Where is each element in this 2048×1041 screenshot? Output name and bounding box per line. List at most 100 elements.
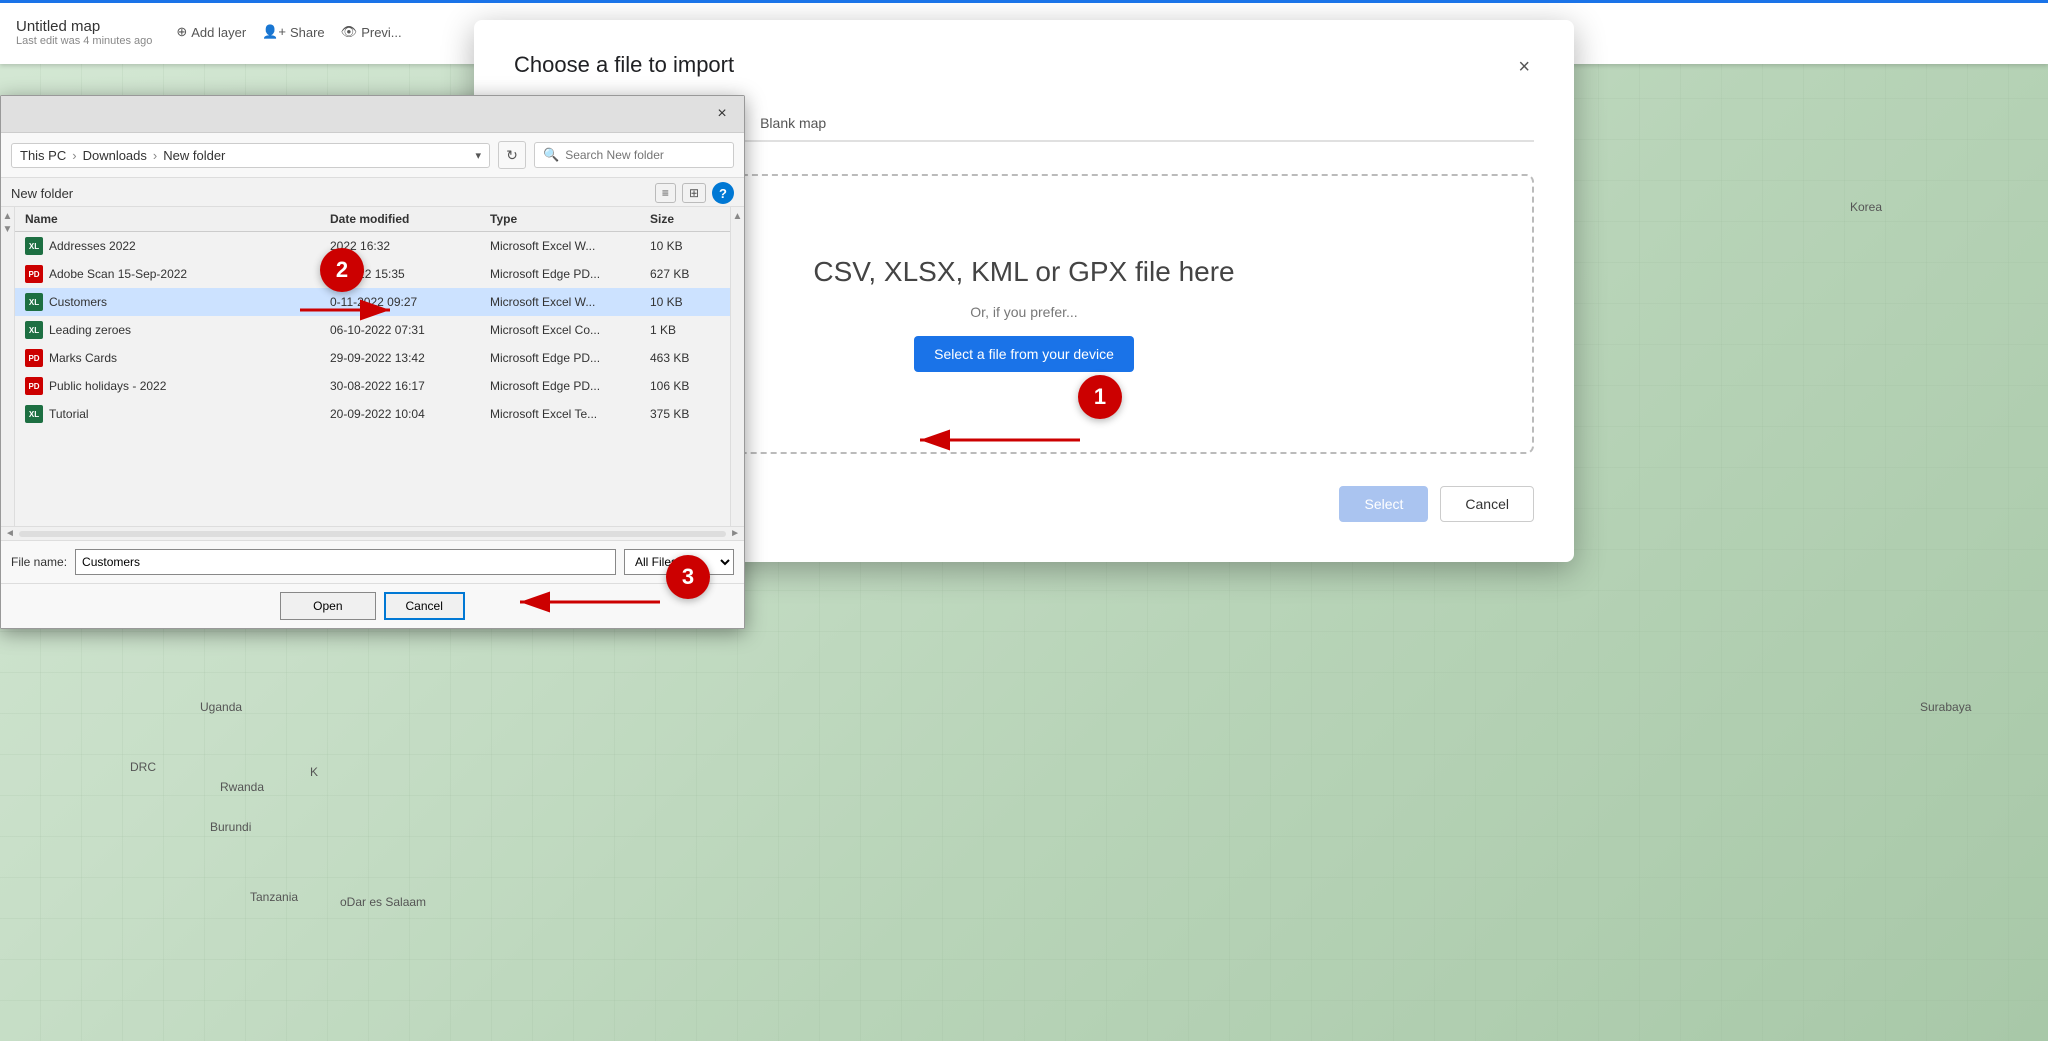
- row-name-cell: PD Marks Cards: [25, 349, 330, 367]
- preview-action[interactable]: 👁 Previ...: [341, 24, 402, 40]
- table-row[interactable]: XL Addresses 2022 2022 16:32 Microsoft E…: [15, 232, 730, 260]
- table-row[interactable]: PD Adobe Scan 15-Sep-2022 -9-2022 15:35 …: [15, 260, 730, 288]
- col-header-date: Date modified: [330, 212, 490, 226]
- map-label-dares: oDar es Salaam: [340, 895, 426, 909]
- filename-label: File name:: [11, 555, 67, 569]
- row-name-cell: XL Tutorial: [25, 405, 330, 423]
- row-filename: Adobe Scan 15-Sep-2022: [49, 267, 187, 281]
- row-type: Microsoft Edge PD...: [490, 379, 650, 393]
- row-size: 10 KB: [650, 239, 720, 253]
- gmap-subtitle: Last edit was 4 minutes ago: [16, 35, 152, 47]
- xlsx-icon: XL: [25, 321, 43, 339]
- xlsx-icon: XL: [25, 405, 43, 423]
- breadcrumb-sep-1: ›: [72, 148, 76, 163]
- file-picker-close-button[interactable]: ×: [712, 104, 732, 124]
- file-picker-refresh-button[interactable]: ↻: [498, 141, 526, 169]
- horizontal-scrollbar[interactable]: ◄ ►: [1, 526, 744, 540]
- row-type: Microsoft Edge PD...: [490, 267, 650, 281]
- preview-icon: 👁: [341, 24, 358, 40]
- file-list-area: ▲ ▼ Name Date modified Type Size XL Addr…: [1, 206, 744, 526]
- row-filename: Public holidays - 2022: [49, 379, 166, 393]
- import-dialog-header: Choose a file to import ×: [514, 52, 1534, 83]
- drop-zone-or-text: Or, if you prefer...: [970, 304, 1077, 320]
- row-size: 463 KB: [650, 351, 720, 365]
- arrow-1: [900, 415, 1100, 465]
- arrow-2: [290, 290, 410, 330]
- drop-zone-text: CSV, XLSX, KML or GPX file here: [813, 256, 1234, 288]
- pdf-icon: PD: [25, 349, 43, 367]
- help-button[interactable]: ?: [712, 182, 734, 204]
- row-size: 10 KB: [650, 295, 720, 309]
- map-label-surabaya: Surabaya: [1920, 700, 1971, 714]
- share-action[interactable]: 👤+ Share: [262, 24, 324, 40]
- row-filename: Marks Cards: [49, 351, 117, 365]
- xlsx-icon: XL: [25, 293, 43, 311]
- annotation-circle-1: 1: [1078, 375, 1122, 419]
- hscroll-left-icon[interactable]: ◄: [5, 528, 15, 539]
- row-type: Microsoft Excel Co...: [490, 323, 650, 337]
- breadcrumb-sep-2: ›: [153, 148, 157, 163]
- file-picker-search[interactable]: 🔍: [534, 142, 734, 168]
- pdf-icon: PD: [25, 377, 43, 395]
- table-rows: XL Addresses 2022 2022 16:32 Microsoft E…: [15, 232, 730, 512]
- share-icon: 👤+: [262, 24, 286, 40]
- add-layer-label: Add layer: [191, 25, 246, 40]
- table-row[interactable]: XL Tutorial 20-09-2022 10:04 Microsoft E…: [15, 400, 730, 428]
- table-row[interactable]: PD Marks Cards 29-09-2022 13:42 Microsof…: [15, 344, 730, 372]
- hscroll-track[interactable]: [19, 531, 726, 537]
- select-button[interactable]: Select: [1339, 486, 1428, 522]
- col-header-size: Size: [650, 212, 720, 226]
- map-label-uganda: Uganda: [200, 700, 242, 714]
- row-filename: Tutorial: [49, 407, 89, 421]
- row-filename: Addresses 2022: [49, 239, 136, 253]
- row-type: Microsoft Excel W...: [490, 295, 650, 309]
- fp-open-button[interactable]: Open: [280, 592, 375, 620]
- row-size: 106 KB: [650, 379, 720, 393]
- file-picker-search-input[interactable]: [565, 148, 715, 162]
- right-scroll[interactable]: ▲: [730, 207, 744, 526]
- row-filename: Customers: [49, 295, 107, 309]
- left-nav-down-icon[interactable]: ▼: [3, 224, 13, 235]
- table-row[interactable]: PD Public holidays - 2022 30-08-2022 16:…: [15, 372, 730, 400]
- view-controls: ≡ ⊞ ?: [655, 182, 734, 204]
- file-picker-dialog: × This PC › Downloads › New folder ▾ ↻ 🔍…: [0, 95, 745, 629]
- annotation-circle-3: 3: [666, 555, 710, 599]
- search-icon: 🔍: [543, 147, 559, 163]
- map-label-rwanda: Rwanda: [220, 780, 264, 794]
- list-view-button[interactable]: ≡: [655, 183, 676, 203]
- share-label: Share: [290, 25, 325, 40]
- fp-cancel-button[interactable]: Cancel: [384, 592, 465, 620]
- breadcrumb-part-3: New folder: [163, 148, 225, 163]
- file-picker-titlebar: ×: [1, 96, 744, 133]
- import-dialog-title: Choose a file to import: [514, 52, 734, 78]
- breadcrumb-part-2: Downloads: [83, 148, 147, 163]
- add-layer-icon: ⊕: [176, 24, 187, 40]
- map-label-drc: DRC: [130, 760, 156, 774]
- pdf-icon: PD: [25, 265, 43, 283]
- gmap-actions: ⊕ Add layer 👤+ Share 👁 Previ...: [176, 24, 401, 40]
- row-name-cell: XL Addresses 2022: [25, 237, 330, 255]
- table-header: Name Date modified Type Size: [15, 207, 730, 232]
- import-dialog-close-button[interactable]: ×: [1514, 52, 1534, 83]
- file-picker-breadcrumb[interactable]: This PC › Downloads › New folder ▾: [11, 143, 490, 168]
- col-header-type: Type: [490, 212, 650, 226]
- col-header-name: Name: [25, 212, 330, 226]
- row-size: 627 KB: [650, 267, 720, 281]
- select-device-button[interactable]: Select a file from your device: [914, 336, 1134, 372]
- map-label-nairobi: K: [310, 765, 318, 779]
- folder-label-row: New folder ≡ ⊞ ?: [1, 178, 744, 206]
- add-layer-action[interactable]: ⊕ Add layer: [176, 24, 246, 40]
- cancel-button[interactable]: Cancel: [1440, 486, 1534, 522]
- scroll-up-icon[interactable]: ▲: [733, 211, 743, 222]
- panel-view-button[interactable]: ⊞: [682, 183, 706, 203]
- tab-blank-map[interactable]: Blank map: [736, 107, 850, 142]
- row-date: 30-08-2022 16:17: [330, 379, 490, 393]
- hscroll-right-icon[interactable]: ►: [730, 528, 740, 539]
- breadcrumb-dropdown-icon[interactable]: ▾: [475, 149, 481, 162]
- left-nav-up-icon[interactable]: ▲: [3, 211, 13, 222]
- row-type: Microsoft Excel W...: [490, 239, 650, 253]
- file-picker-nav-row: This PC › Downloads › New folder ▾ ↻ 🔍: [1, 133, 744, 178]
- page-progress-bar: [0, 0, 2048, 3]
- filename-input[interactable]: [75, 549, 616, 575]
- row-type: Microsoft Excel Te...: [490, 407, 650, 421]
